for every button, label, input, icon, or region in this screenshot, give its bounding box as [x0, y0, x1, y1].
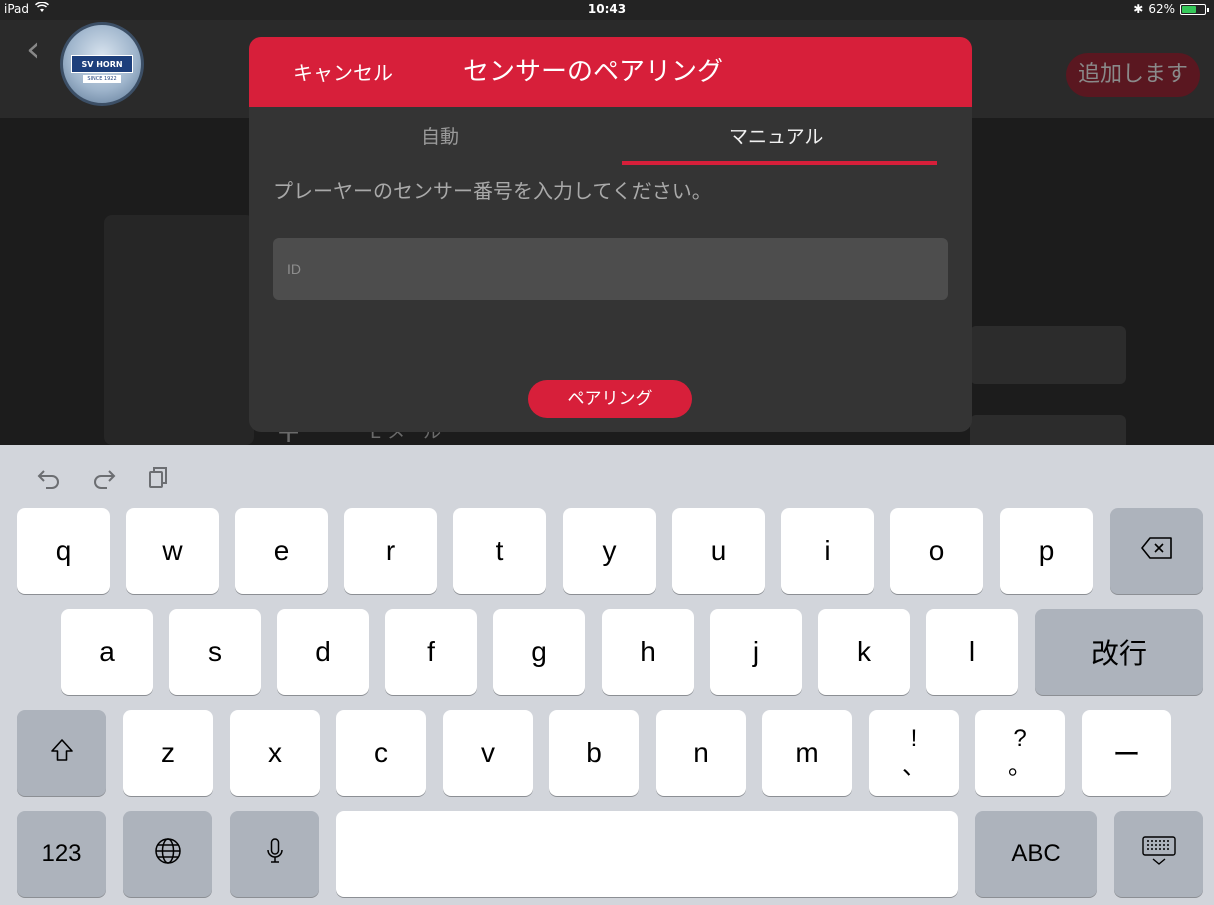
background-row [970, 415, 1126, 445]
shift-key[interactable] [17, 710, 106, 796]
tab-manual[interactable]: マニュアル [729, 125, 823, 149]
key-f[interactable]: f [385, 609, 477, 695]
key-g[interactable]: g [493, 609, 585, 695]
key-y[interactable]: y [563, 508, 656, 594]
key-n[interactable]: n [656, 710, 746, 796]
key-t[interactable]: t [453, 508, 546, 594]
modal-header: キャンセル センサーのペアリング [249, 37, 972, 107]
key-question-top: ? [1013, 725, 1027, 752]
key-m[interactable]: m [762, 710, 852, 796]
battery-percent: 62% [1148, 2, 1175, 16]
back-chevron-icon[interactable]: ‹ [26, 32, 40, 68]
key-e[interactable]: e [235, 508, 328, 594]
background-card [104, 215, 254, 445]
hide-keyboard-key[interactable] [1114, 811, 1203, 897]
status-time: 10:43 [587, 2, 627, 16]
redo-icon[interactable] [91, 465, 117, 489]
key-l[interactable]: l [926, 609, 1018, 695]
microphone-icon [265, 836, 285, 873]
logo-text: SV HORN [71, 55, 133, 73]
status-bar: iPad 10:43 ✱ 62% [0, 0, 1214, 20]
instruction-text: プレーヤーのセンサー番号を入力してください。 [273, 179, 712, 203]
key-exclamation[interactable]: ! 、 [869, 710, 959, 796]
key-x[interactable]: x [230, 710, 320, 796]
keyboard: q w e r t y u i o p a s d f g h j k l 改行… [0, 445, 1214, 905]
key-v[interactable]: v [443, 710, 533, 796]
pair-button[interactable]: ペアリング [528, 380, 692, 418]
globe-icon [153, 836, 183, 873]
key-b[interactable]: b [549, 710, 639, 796]
key-h[interactable]: h [602, 609, 694, 695]
key-exclamation-bottom: 、 [902, 753, 926, 780]
key-question[interactable]: ? 。 [975, 710, 1065, 796]
backspace-icon [1140, 535, 1174, 567]
key-w[interactable]: w [126, 508, 219, 594]
dictation-key[interactable] [230, 811, 319, 897]
tab-active-indicator [622, 161, 937, 165]
backspace-key[interactable] [1110, 508, 1203, 594]
key-u[interactable]: u [672, 508, 765, 594]
cancel-button[interactable]: キャンセル [293, 59, 393, 87]
keyboard-hide-icon [1140, 835, 1178, 874]
space-key[interactable] [336, 811, 958, 897]
background-row [970, 326, 1126, 384]
key-j[interactable]: j [710, 609, 802, 695]
key-dash[interactable]: ー [1082, 710, 1171, 796]
key-question-bottom: 。 [1008, 753, 1032, 780]
key-s[interactable]: s [169, 609, 261, 695]
key-r[interactable]: r [344, 508, 437, 594]
paste-icon[interactable] [145, 465, 171, 489]
logo-since: SINCE 1922 [83, 75, 121, 83]
tab-auto[interactable]: 自動 [421, 125, 459, 149]
return-key[interactable]: 改行 [1035, 609, 1203, 695]
bluetooth-icon: ✱ [1133, 2, 1144, 16]
sensor-id-input[interactable] [273, 238, 948, 300]
club-logo: SV HORN SINCE 1922 [60, 22, 144, 106]
globe-key[interactable] [123, 811, 212, 897]
key-d[interactable]: d [277, 609, 369, 695]
battery-icon [1180, 3, 1209, 15]
key-k[interactable]: k [818, 609, 910, 695]
key-o[interactable]: o [890, 508, 983, 594]
key-i[interactable]: i [781, 508, 874, 594]
key-exclamation-top: ! [910, 725, 918, 752]
abc-key[interactable]: ABC [975, 811, 1097, 897]
shortcut-bar [0, 445, 1214, 505]
key-c[interactable]: c [336, 710, 426, 796]
key-q[interactable]: q [17, 508, 110, 594]
key-a[interactable]: a [61, 609, 153, 695]
modal-title: センサーのペアリング [463, 57, 724, 87]
key-p[interactable]: p [1000, 508, 1093, 594]
numbers-key[interactable]: 123 [17, 811, 106, 897]
key-z[interactable]: z [123, 710, 213, 796]
undo-icon[interactable] [36, 465, 62, 489]
shift-icon [49, 737, 75, 770]
sensor-pairing-modal: キャンセル センサーのペアリング 自動 マニュアル プレーヤーのセンサー番号を入… [249, 37, 972, 432]
add-button[interactable]: 追加します [1066, 53, 1200, 97]
